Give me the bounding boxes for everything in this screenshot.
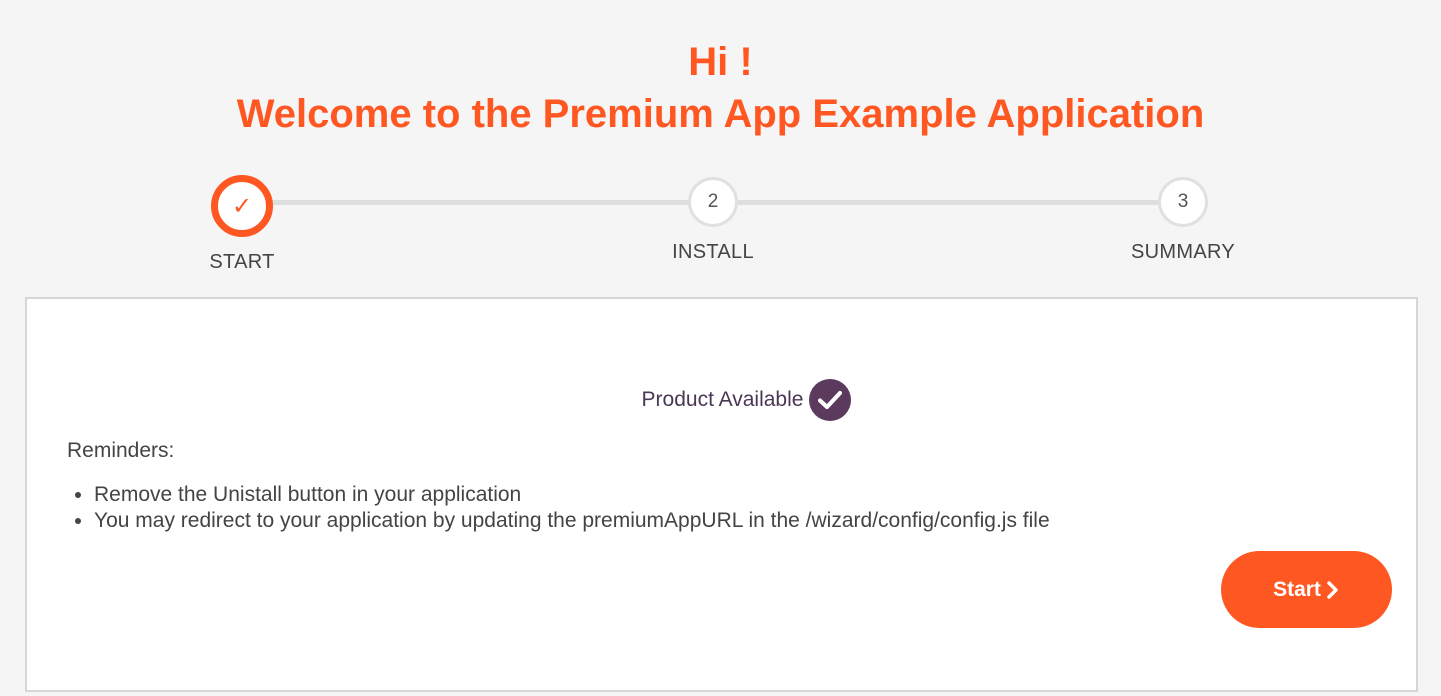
wizard-panel: Product Available Reminders: Remove the … [25,297,1418,692]
step-install-number: 2 [688,177,738,227]
start-button-label: Start [1273,577,1321,601]
welcome-heading: Welcome to the Premium App Example Appli… [236,92,1205,136]
greeting-heading: Hi ! [688,40,753,84]
step-summary-label: SUMMARY [1131,241,1235,263]
check-mark-icon [818,390,843,410]
step-install[interactable]: 2 INSTALL [633,177,793,264]
product-status: Product Available [27,379,1416,421]
reminders-title: Reminders: [67,439,175,462]
chevron-right-icon [1327,580,1338,599]
step-summary[interactable]: 3 SUMMARY [1103,177,1263,264]
step-summary-number: 3 [1158,177,1208,227]
step-start[interactable]: ✓ START [162,175,322,274]
start-button[interactable]: Start [1221,551,1392,628]
reminders-list: Remove the Unistall button in your appli… [67,482,1050,534]
step-start-label: START [209,251,275,273]
list-item: Remove the Unistall button in your appli… [94,482,1050,508]
list-item: You may redirect to your application by … [94,508,1050,534]
step-start-check-icon: ✓ [211,175,273,237]
page-title: Hi ! Welcome to the Premium App Example … [0,36,1441,140]
step-install-label: INSTALL [672,241,754,263]
check-circle-icon [809,379,852,421]
product-status-text: Product Available [641,388,804,411]
